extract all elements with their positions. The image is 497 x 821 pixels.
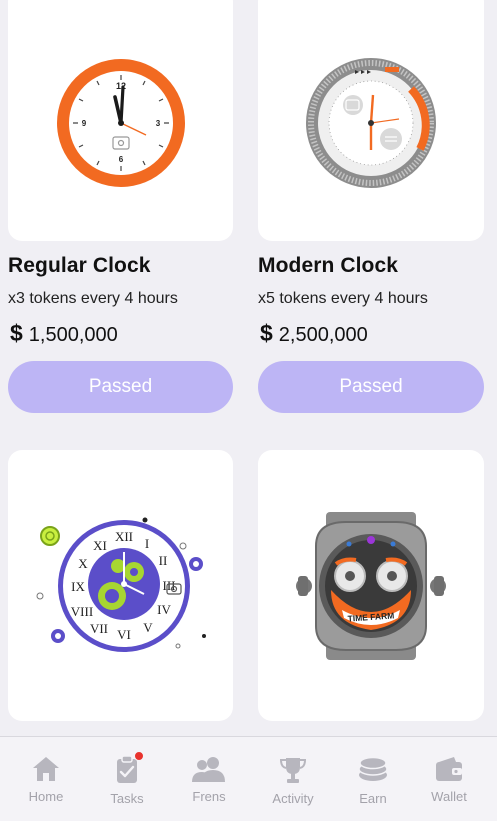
gear-roman-clock-card[interactable]: XII I II III IV V VI VII VIII IX X XI [8, 450, 233, 721]
card-price: $ 2,500,000 [260, 320, 368, 347]
modern-clock-image [306, 57, 436, 188]
time-farm-watch-card[interactable]: TIME FARM [258, 450, 484, 721]
tab-wallet[interactable]: Wallet [408, 737, 490, 821]
roman-ix: IX [71, 579, 85, 594]
bottom-tab-bar: Home Tasks Frens Activity Earn Wallet [0, 736, 497, 821]
tab-label: Home [28, 789, 64, 804]
numeral-6: 6 [118, 155, 123, 164]
passed-button[interactable]: Passed [258, 361, 484, 413]
price-value: 1,500,000 [28, 324, 118, 346]
currency-symbol: $ [260, 320, 273, 346]
card-price: $ 1,500,000 [10, 320, 118, 347]
card-description: x3 tokens every 4 hours [8, 290, 178, 307]
tab-earn[interactable]: Earn [332, 737, 414, 821]
tab-frens[interactable]: Frens [168, 737, 250, 821]
roman-iv: IV [157, 602, 171, 617]
tab-label: Wallet [431, 789, 467, 804]
price-value: 2,500,000 [278, 324, 368, 346]
time-farm-watch-image: TIME FARM [296, 511, 446, 660]
roman-iii: III [162, 578, 175, 593]
roman-vii: VII [89, 621, 107, 636]
tab-label: Frens [192, 789, 226, 804]
roman-ii: II [158, 553, 167, 568]
tab-label: Earn [359, 791, 387, 806]
currency-symbol: $ [10, 320, 23, 346]
notification-badge [134, 751, 144, 761]
trophy-icon [279, 758, 307, 783]
frens-icon [192, 757, 225, 782]
roman-xii: XII [114, 529, 132, 544]
tab-activity[interactable]: Activity [252, 737, 334, 821]
tab-label: Tasks [110, 791, 144, 806]
tab-label: Activity [272, 791, 314, 806]
coins-icon [358, 756, 388, 781]
regular-clock-card[interactable]: 12 3 6 9 [8, 0, 233, 241]
passed-button[interactable]: Passed [8, 361, 233, 413]
roman-i: I [144, 536, 148, 551]
roman-v: V [143, 620, 153, 635]
numeral-9: 9 [81, 119, 86, 128]
home-icon [33, 757, 59, 781]
gear-roman-clock-image: XII I II III IV V VI VII VIII IX X XI [36, 517, 206, 652]
wallet-icon [436, 757, 462, 781]
card-title: Regular Clock [8, 254, 151, 277]
regular-clock-image: 12 3 6 9 [56, 58, 185, 187]
card-description: x5 tokens every 4 hours [258, 290, 428, 307]
roman-xi: XI [93, 538, 107, 553]
tab-home[interactable]: Home [5, 737, 87, 821]
numeral-3: 3 [155, 119, 160, 128]
roman-x: X [78, 556, 88, 571]
numeral-12: 12 [115, 81, 125, 91]
roman-vi: VI [117, 627, 131, 642]
card-title: Modern Clock [258, 254, 399, 277]
tab-tasks[interactable]: Tasks [86, 737, 168, 821]
roman-viii: VIII [70, 604, 92, 619]
modern-clock-card[interactable] [258, 0, 484, 241]
